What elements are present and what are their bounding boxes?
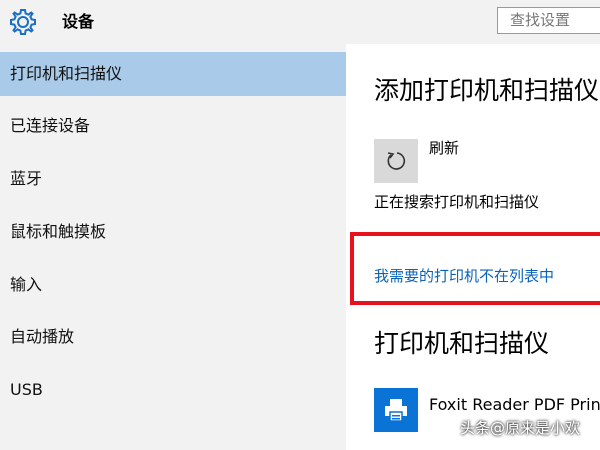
sidebar-item-autoplay[interactable]: 自动播放 <box>0 315 346 359</box>
add-printers-heading: 添加打印机和扫描仪 <box>374 76 600 105</box>
gear-icon[interactable] <box>9 8 37 36</box>
sidebar-item-typing[interactable]: 输入 <box>0 263 346 307</box>
watermark: 头条@原来是小欢 <box>460 419 581 437</box>
app-title: 设备 <box>62 12 95 31</box>
searching-status: 正在搜索打印机和扫描仪 <box>374 193 540 211</box>
refresh-label[interactable]: 刷新 <box>429 138 459 158</box>
printers-heading: 打印机和扫描仪 <box>374 329 550 358</box>
main-content: 添加打印机和扫描仪 刷新 正在搜索打印机和扫描仪 我需要的打印机不在列表中 打印… <box>346 44 600 450</box>
printer-glyph-icon <box>385 399 407 422</box>
title-bar: 设备 查找设置 <box>0 0 600 44</box>
refresh-icon <box>387 152 406 170</box>
refresh-button[interactable] <box>374 139 418 183</box>
printer-list-item-name[interactable]: Foxit Reader PDF Printer <box>429 394 600 416</box>
sidebar-item-bluetooth[interactable]: 蓝牙 <box>0 157 346 201</box>
missing-printer-link[interactable]: 我需要的打印机不在列表中 <box>374 266 554 286</box>
sidebar-item-printers-scanners[interactable]: 打印机和扫描仪 <box>0 52 346 96</box>
printer-icon[interactable] <box>374 388 418 432</box>
sidebar: 打印机和扫描仪 已连接设备 蓝牙 鼠标和触摸板 输入 自动播放 USB <box>0 44 346 450</box>
search-input[interactable]: 查找设置 <box>497 7 600 34</box>
sidebar-item-connected-devices[interactable]: 已连接设备 <box>0 104 346 148</box>
sidebar-item-usb[interactable]: USB <box>0 368 346 412</box>
sidebar-item-mouse-touchpad[interactable]: 鼠标和触摸板 <box>0 210 346 254</box>
